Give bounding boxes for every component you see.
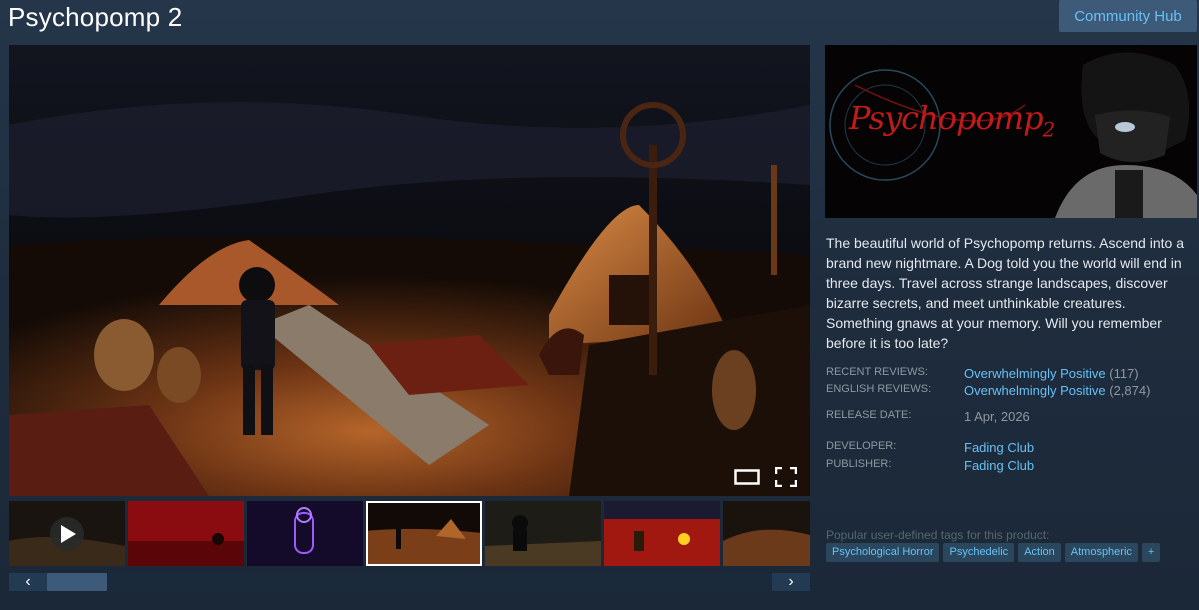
recent-reviews-label: RECENT REVIEWS: [826,366,928,378]
release-date-label: RELEASE DATE: [826,409,912,421]
tag-psychological-horror[interactable]: Psychological Horror [826,543,940,562]
media-player[interactable] [9,45,810,496]
release-date-value: 1 Apr, 2026 [964,409,1030,424]
tag-psychedelic[interactable]: Psychedelic [943,543,1015,562]
thumbnail-screenshot[interactable] [604,501,720,566]
chevron-right-icon: › [788,573,794,590]
recent-reviews-summary[interactable]: Overwhelmingly Positive (117) [964,366,1139,381]
tags-label: Popular user-defined tags for this produ… [826,528,1050,542]
tag-more-button[interactable]: + [1141,543,1161,562]
game-description: The beautiful world of Psychopomp return… [826,235,1184,351]
capsule-image: Psychopomp2 [825,45,1197,218]
thumbnail-video[interactable] [9,501,125,566]
english-reviews-summary[interactable]: Overwhelmingly Positive (2,874) [964,383,1150,398]
publisher-link[interactable]: Fading Club [964,458,1034,473]
thumbnail-screenshot[interactable] [485,501,601,566]
thumbnail-screenshot[interactable] [128,501,244,566]
main-screenshot [9,45,810,496]
fullscreen-icon[interactable] [773,466,799,488]
scrollbar-handle[interactable] [47,573,107,591]
publisher-label: PUBLISHER: [826,458,892,470]
capsule-logo: Psychopomp2 [849,99,1055,142]
window-mode-icon[interactable] [732,466,762,488]
scroll-left-button[interactable]: ‹ [9,573,47,591]
chevron-left-icon: ‹ [25,573,31,590]
thumbnail-screenshot[interactable] [247,501,363,566]
thumbnail-screenshot[interactable] [723,501,810,566]
thumbnail-scrollbar[interactable]: ‹ › [9,573,810,591]
developer-link[interactable]: Fading Club [964,440,1034,455]
developer-label: DEVELOPER: [826,440,897,452]
page-title: Psychopomp 2 [8,2,183,32]
tag-atmospheric[interactable]: Atmospheric [1064,543,1138,562]
thumbnail-strip [9,501,810,567]
tags-list: Psychological Horror Psychedelic Action … [826,543,1161,562]
english-reviews-label: ENGLISH REVIEWS: [826,383,932,395]
scroll-right-button[interactable]: › [772,573,810,591]
tag-action[interactable]: Action [1018,543,1061,562]
community-hub-button[interactable]: Community Hub [1059,0,1197,32]
thumbnail-screenshot-selected[interactable] [366,501,482,566]
